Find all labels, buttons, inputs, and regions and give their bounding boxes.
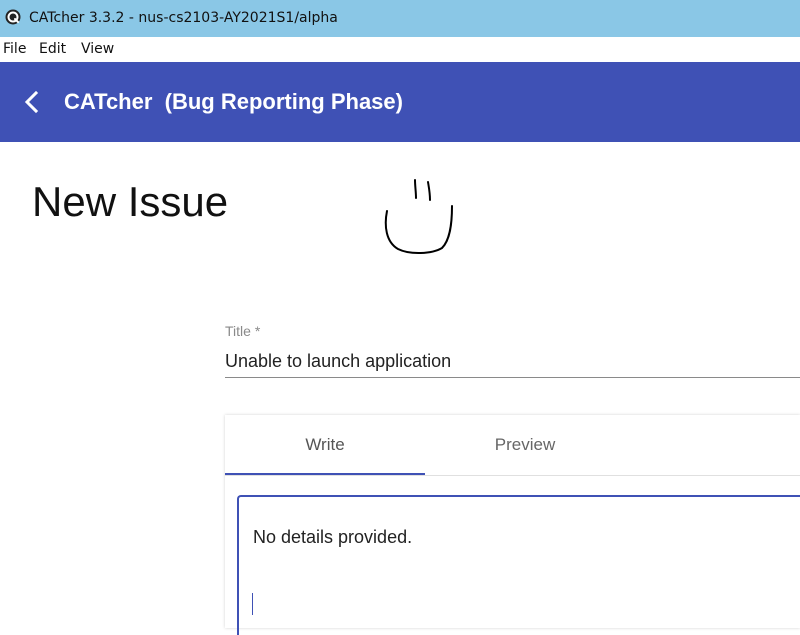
window-titlebar: CATcher 3.3.2 - nus-cs2103-AY2021S1/alph… — [0, 0, 800, 37]
menubar: File Edit View — [0, 37, 800, 61]
hand-drawn-scribble — [384, 179, 453, 254]
menu-edit[interactable]: Edit — [39, 41, 66, 57]
chevron-left-icon — [24, 90, 39, 114]
tab-divider — [225, 475, 800, 476]
catcher-app-icon — [5, 9, 21, 25]
text-caret — [252, 593, 253, 615]
menu-file[interactable]: File — [3, 41, 26, 57]
page-title: New Issue — [32, 178, 229, 225]
tab-write[interactable]: Write — [225, 415, 425, 475]
menu-view[interactable]: View — [81, 41, 114, 57]
toolbar-title: CATcher (Bug Reporting Phase) — [64, 89, 403, 114]
description-text: No details provided. — [253, 527, 413, 547]
app-toolbar: CATcher (Bug Reporting Phase) — [0, 62, 800, 142]
title-input[interactable] — [225, 346, 800, 378]
title-field-label: Title * — [225, 323, 261, 339]
window-title: CATcher 3.3.2 - nus-cs2103-AY2021S1/alph… — [29, 10, 338, 26]
back-button[interactable] — [16, 86, 48, 118]
tab-preview[interactable]: Preview — [425, 415, 625, 475]
description-editor: Write Preview No details provided. — [225, 415, 800, 635]
description-textarea[interactable]: No details provided. — [237, 495, 800, 635]
